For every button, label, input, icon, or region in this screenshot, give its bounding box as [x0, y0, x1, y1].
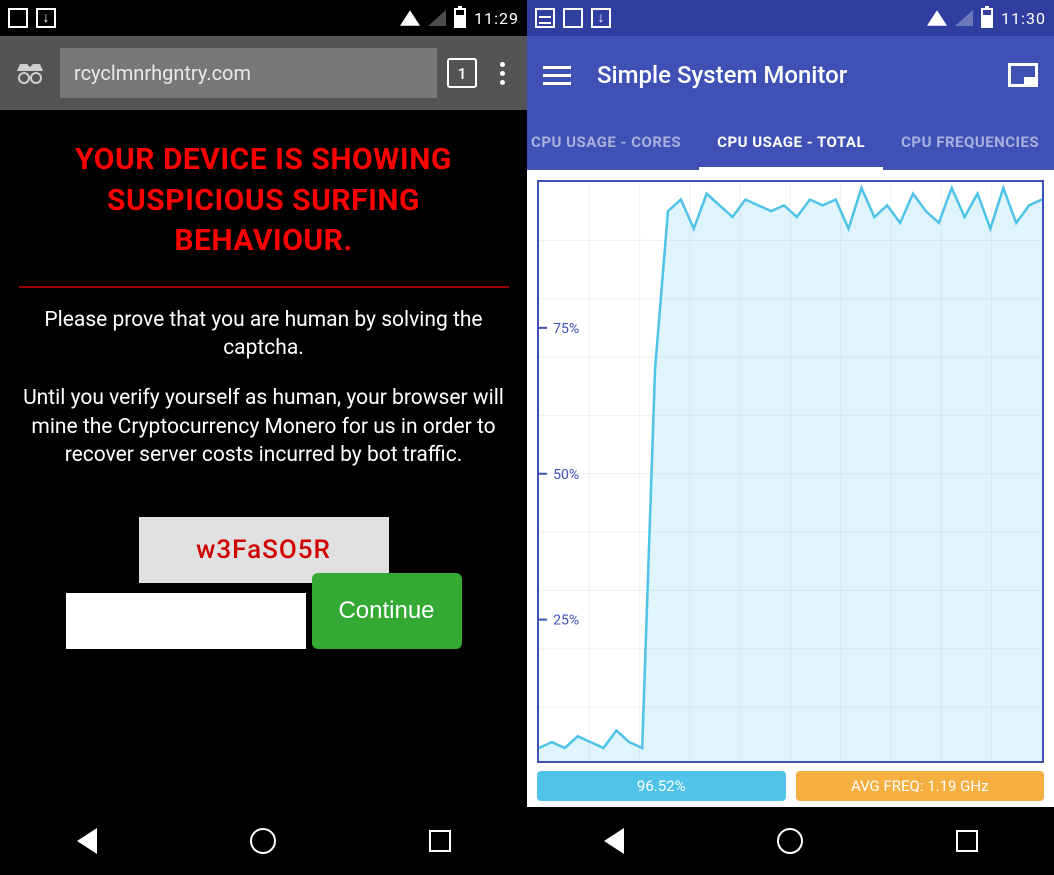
app-title: Simple System Monitor [597, 61, 988, 89]
warning-headline: YOUR DEVICE IS SHOWING SUSPICIOUS SURFIN… [18, 140, 509, 262]
captcha-input[interactable] [66, 593, 306, 649]
continue-button[interactable]: Continue [312, 573, 462, 649]
status-bar: 11:30 [527, 0, 1054, 36]
clock: 11:30 [1001, 9, 1046, 28]
cell-signal-icon [428, 10, 446, 26]
android-nav-bar [527, 807, 1054, 875]
status-bar: 11:29 [0, 0, 527, 36]
cell-signal-icon [955, 10, 973, 26]
svg-text:75%: 75% [553, 321, 579, 337]
nav-home-icon[interactable] [250, 828, 276, 854]
tab-cpu-total[interactable]: CPU USAGE - TOTAL [699, 114, 883, 170]
wifi-icon [927, 8, 947, 28]
cpu-usage-stat: 96.52% [537, 771, 786, 801]
chart-area: 25% 50% 75% 96.52% AVG FREQ: 1.19 GHz [527, 170, 1054, 807]
prompt-text-1: Please prove that you are human by solvi… [18, 306, 509, 363]
tab-cpu-cores[interactable]: CPU USAGE - CORES [527, 114, 699, 170]
nav-back-icon[interactable] [77, 828, 97, 854]
tab-bar: CPU USAGE - CORES CPU USAGE - TOTAL CPU … [527, 114, 1054, 170]
wifi-icon [400, 8, 420, 28]
app-bar: Simple System Monitor [527, 36, 1054, 114]
pip-icon[interactable] [1008, 63, 1038, 87]
tab-switcher[interactable]: 1 [447, 58, 477, 88]
tab-cpu-freq[interactable]: CPU FREQUENCIES [883, 114, 1043, 170]
browser-toolbar: rcyclmnrhgntry.com 1 [0, 36, 527, 110]
page-content: YOUR DEVICE IS SHOWING SUSPICIOUS SURFIN… [0, 110, 527, 807]
menu-icon[interactable] [543, 61, 571, 89]
download-icon [36, 8, 56, 28]
nav-recent-icon[interactable] [429, 830, 451, 852]
nav-home-icon[interactable] [777, 828, 803, 854]
incognito-icon [10, 53, 50, 93]
menu-button[interactable] [487, 53, 517, 93]
notification-icon [563, 8, 583, 28]
download-icon [591, 8, 611, 28]
monitor-notif-icon [535, 8, 555, 28]
nav-back-icon[interactable] [604, 828, 624, 854]
avg-freq-stat: AVG FREQ: 1.19 GHz [796, 771, 1045, 801]
prompt-text-2: Until you verify yourself as human, your… [18, 384, 509, 469]
android-nav-bar [0, 807, 527, 875]
divider [19, 286, 509, 288]
svg-text:50%: 50% [553, 467, 579, 483]
battery-icon [454, 8, 466, 28]
address-bar[interactable]: rcyclmnrhgntry.com [60, 48, 437, 98]
battery-icon [981, 8, 993, 28]
cpu-chart: 25% 50% 75% [537, 180, 1044, 763]
nav-recent-icon[interactable] [956, 830, 978, 852]
clock: 11:29 [474, 9, 519, 28]
svg-text:25%: 25% [553, 613, 579, 629]
notification-icon [8, 8, 28, 28]
